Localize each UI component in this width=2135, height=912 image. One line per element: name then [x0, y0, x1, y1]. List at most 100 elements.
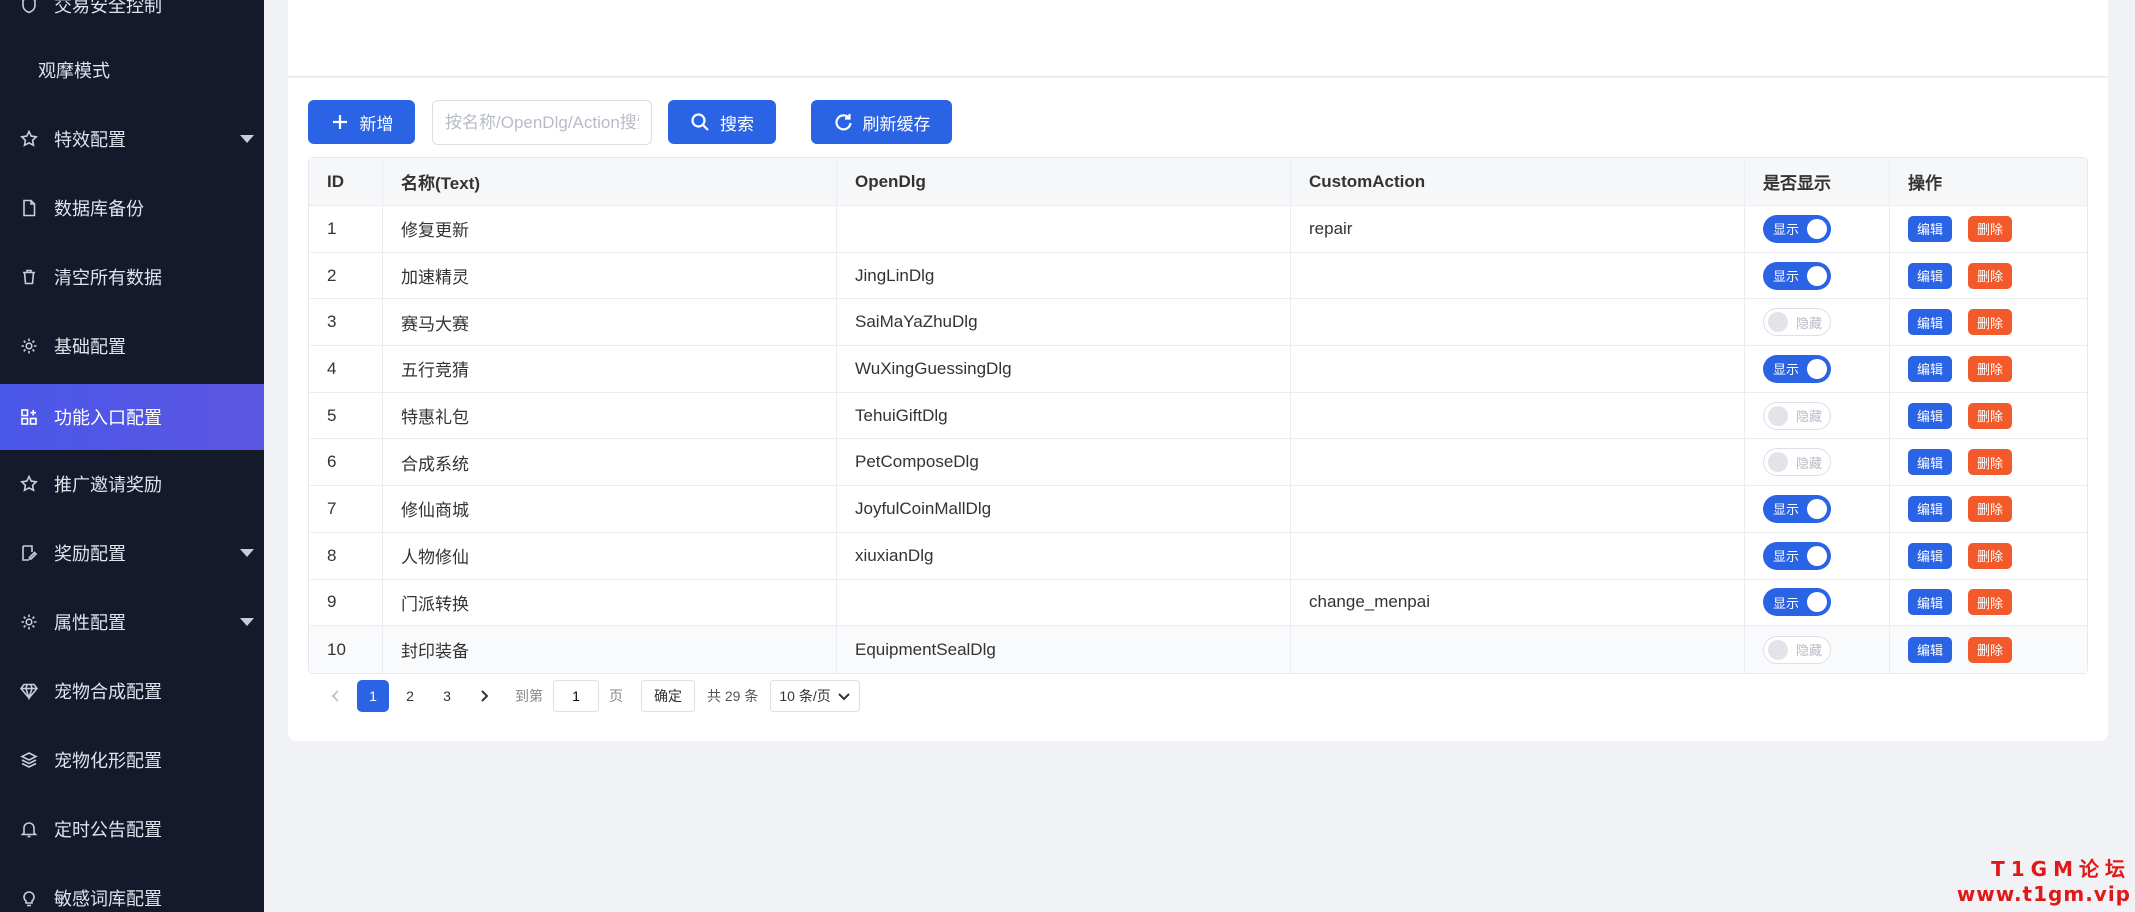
table-row: 3 赛马大赛 SaiMaYaZhuDlg 隐藏 编辑 删除	[309, 299, 2087, 347]
goto-page-input[interactable]	[553, 680, 599, 712]
visibility-toggle[interactable]: 显示	[1763, 541, 1831, 570]
delete-button[interactable]: 删除	[1968, 402, 2013, 429]
cell-show: 显示	[1745, 579, 1890, 626]
cell-id: 10	[309, 626, 383, 673]
sidebar-item-10[interactable]: 宠物合成配置	[0, 658, 264, 724]
goto-confirm-button[interactable]: 确定	[641, 680, 695, 712]
cell-name: 修复更新	[383, 206, 837, 252]
toggle-label: 隐藏	[1796, 643, 1823, 659]
caret-down-icon	[240, 549, 254, 557]
sidebar-item-2[interactable]: 特效配置	[0, 106, 264, 172]
edit-doc-icon	[16, 540, 42, 566]
page-button-2[interactable]: 2	[394, 680, 426, 712]
add-button[interactable]: 新增	[308, 100, 415, 144]
prev-page-button[interactable]	[320, 680, 352, 712]
edit-button[interactable]: 编辑	[1908, 355, 1953, 382]
refresh-cache-button[interactable]: 刷新缓存	[811, 100, 952, 144]
visibility-toggle[interactable]: 隐藏	[1763, 635, 1831, 664]
edit-button[interactable]: 编辑	[1908, 636, 1953, 663]
cell-customaction	[1291, 626, 1745, 673]
header-operation: 操作	[1908, 174, 1942, 193]
sidebar-item-0[interactable]: 交易安全控制	[0, 0, 264, 38]
page-button-1[interactable]: 1	[357, 680, 389, 712]
search-input[interactable]	[432, 100, 652, 145]
sidebar-item-7[interactable]: 推广邀请奖励	[0, 451, 264, 517]
edit-button[interactable]: 编辑	[1908, 542, 1953, 569]
edit-button[interactable]: 编辑	[1908, 309, 1953, 336]
page-button-3[interactable]: 3	[431, 680, 463, 712]
table-row: 2 加速精灵 JingLinDlg 显示 编辑 删除	[309, 252, 2087, 300]
search-button[interactable]: 搜索	[668, 100, 776, 144]
layers-icon	[16, 747, 42, 773]
delete-button[interactable]: 删除	[1968, 355, 2013, 382]
delete-button[interactable]: 删除	[1968, 636, 2013, 663]
table-header-row: ID 名称(Text) OpenDlg CustomAction 是否显示 操作	[309, 158, 2087, 206]
cell-operation: 编辑 删除	[1890, 533, 2087, 579]
delete-button[interactable]: 删除	[1968, 449, 2013, 476]
page-size-select[interactable]: 10 条/页	[770, 680, 860, 712]
visibility-toggle[interactable]: 隐藏	[1763, 448, 1831, 477]
cell-customaction: change_menpai	[1291, 579, 1745, 626]
cell-name: 五行竞猜	[383, 346, 837, 392]
delete-button[interactable]: 删除	[1968, 589, 2013, 616]
edit-button[interactable]: 编辑	[1908, 262, 1953, 289]
edit-button[interactable]: 编辑	[1908, 449, 1953, 476]
visibility-toggle[interactable]: 隐藏	[1763, 308, 1831, 337]
sidebar-item-12[interactable]: 定时公告配置	[0, 796, 264, 862]
plus-icon	[332, 115, 347, 129]
cell-customaction: repair	[1291, 206, 1745, 252]
toggle-label: 隐藏	[1796, 455, 1823, 471]
sidebar-item-13[interactable]: 敏感词库配置	[0, 865, 264, 912]
cell-opendlg: WuXingGuessingDlg	[837, 346, 1291, 392]
visibility-toggle[interactable]: 显示	[1763, 261, 1831, 290]
sidebar-item-label: 奖励配置	[54, 544, 126, 564]
sidebar-item-4[interactable]: 清空所有数据	[0, 244, 264, 310]
cell-show: 显示	[1745, 206, 1890, 252]
chevron-down-icon	[838, 693, 850, 701]
sidebar-item-1[interactable]: 观摩模式	[0, 37, 264, 103]
sidebar-item-8[interactable]: 奖励配置	[0, 520, 264, 586]
watermark-line2: www.t1gm.vip	[1956, 882, 2131, 906]
sidebar-item-9[interactable]: 属性配置	[0, 589, 264, 655]
visibility-toggle[interactable]: 显示	[1763, 588, 1831, 617]
cell-customaction	[1291, 486, 1745, 532]
table-row: 9 门派转换 change_menpai 显示 编辑 删除	[309, 579, 2087, 627]
cell-opendlg: xiuxianDlg	[837, 532, 1291, 579]
caret-down-icon	[240, 135, 254, 143]
delete-button[interactable]: 删除	[1968, 495, 2013, 522]
visibility-toggle[interactable]: 显示	[1763, 214, 1831, 243]
cell-operation: 编辑 删除	[1890, 393, 2087, 439]
table-row: 7 修仙商城 JoyfulCoinMallDlg 显示 编辑 删除	[309, 486, 2087, 533]
edit-button[interactable]: 编辑	[1908, 589, 1953, 616]
sidebar-item-6[interactable]: 功能入口配置	[0, 384, 264, 450]
sidebar-item-11[interactable]: 宠物化形配置	[0, 727, 264, 793]
cell-name: 门派转换	[383, 579, 837, 626]
edit-button[interactable]: 编辑	[1908, 495, 1953, 522]
cell-show: 隐藏	[1745, 299, 1890, 346]
visibility-toggle[interactable]: 显示	[1763, 494, 1831, 523]
refresh-cache-label: 刷新缓存	[862, 114, 931, 134]
delete-button[interactable]: 删除	[1968, 309, 2013, 336]
delete-button[interactable]: 删除	[1968, 542, 2013, 569]
sidebar-item-5[interactable]: 基础配置	[0, 313, 264, 379]
cell-show: 显示	[1745, 346, 1890, 392]
visibility-toggle[interactable]: 显示	[1763, 354, 1831, 383]
search-icon	[691, 113, 709, 131]
edit-button[interactable]: 编辑	[1908, 402, 1953, 429]
visibility-toggle[interactable]: 隐藏	[1763, 401, 1831, 430]
edit-button[interactable]: 编辑	[1908, 215, 1953, 242]
next-page-button[interactable]	[468, 680, 500, 712]
total-count: 共 29 条	[707, 688, 759, 704]
sidebar-item-label: 特效配置	[54, 130, 126, 150]
cell-id: 3	[309, 299, 383, 346]
cell-opendlg	[837, 206, 1291, 252]
delete-button[interactable]: 删除	[1968, 215, 2013, 242]
cell-opendlg: JingLinDlg	[837, 252, 1291, 299]
cell-name: 人物修仙	[383, 532, 837, 579]
cell-name: 合成系统	[383, 439, 837, 486]
sidebar-item-label: 清空所有数据	[54, 268, 162, 288]
cell-show: 显示	[1745, 252, 1890, 299]
sidebar-item-3[interactable]: 数据库备份	[0, 175, 264, 241]
watermark-line1: T1GM论坛	[1991, 857, 2131, 881]
delete-button[interactable]: 删除	[1968, 262, 2013, 289]
